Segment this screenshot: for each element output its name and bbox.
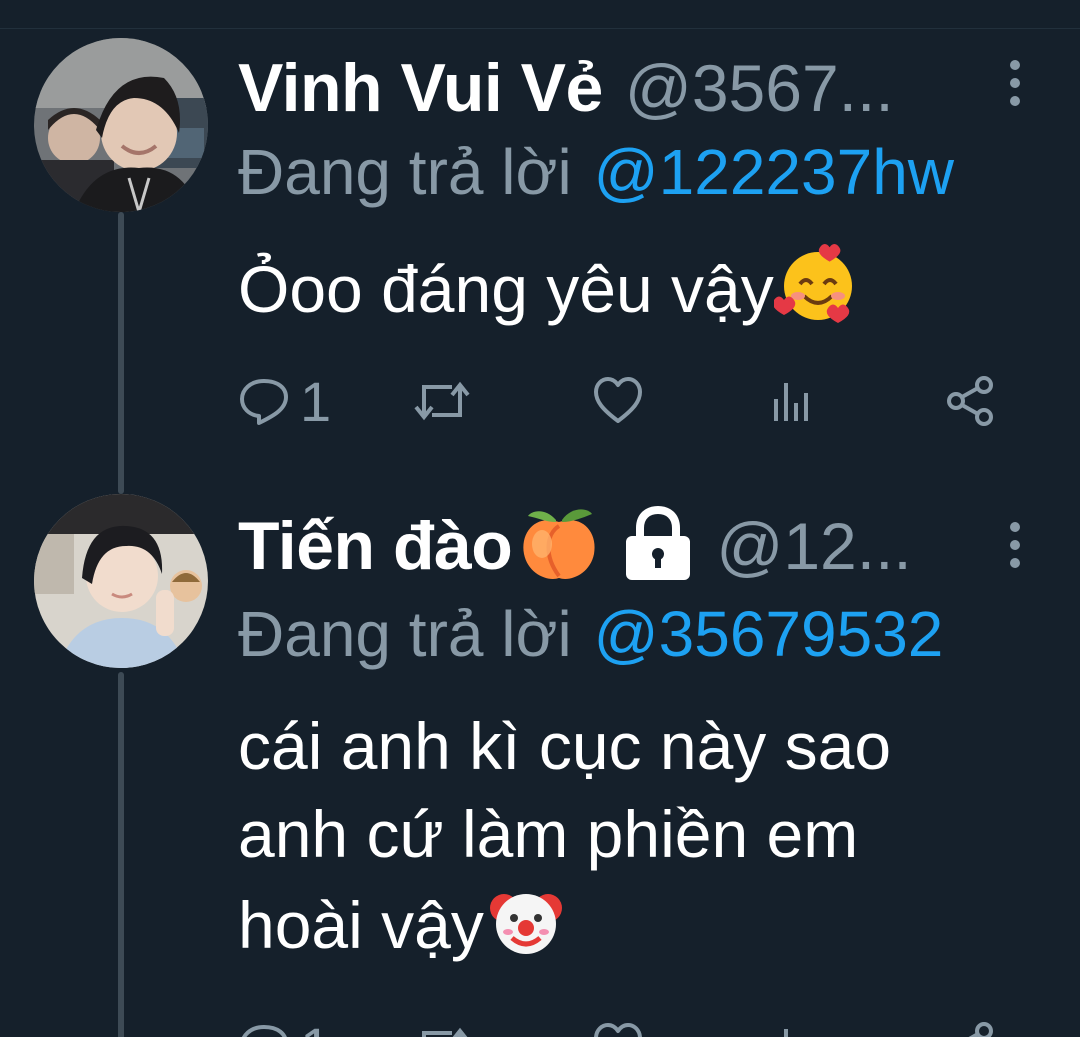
retweet-button[interactable] bbox=[412, 366, 472, 436]
reply-count: 1 bbox=[300, 369, 332, 433]
tweet-thread-screen: Vinh Vui Vẻ @3567... Đang trả lời @12223… bbox=[0, 0, 1080, 1037]
replying-to-handle-link[interactable]: @122237hw bbox=[594, 135, 954, 209]
share-button[interactable] bbox=[944, 1012, 996, 1037]
reply-icon bbox=[240, 379, 288, 425]
tweet-text-line: Ỏoo đáng yêu vậy bbox=[238, 251, 774, 326]
replying-to-label: Đang trả lời bbox=[238, 598, 572, 670]
more-icon[interactable] bbox=[1008, 520, 1022, 570]
display-name[interactable]: Vinh Vui Vẻ bbox=[238, 49, 603, 127]
reply-count: 1 bbox=[300, 1015, 331, 1037]
analytics-icon bbox=[784, 1029, 788, 1037]
avatar[interactable] bbox=[34, 38, 208, 212]
retweet-icon bbox=[414, 381, 470, 421]
reply-icon bbox=[241, 1025, 287, 1037]
tweet-header: Tiến đào @12... bbox=[238, 504, 1040, 589]
reply-button[interactable]: 1 bbox=[238, 366, 331, 436]
clown-face-icon bbox=[484, 878, 568, 983]
like-icon bbox=[594, 377, 642, 423]
tweet-text-line: cái anh kì cục này sao bbox=[238, 709, 892, 783]
more-icon[interactable] bbox=[1008, 58, 1022, 108]
tweet-text-line: anh cứ làm phiền em bbox=[238, 797, 859, 871]
analytics-icon bbox=[774, 383, 808, 421]
tweet-text-line: hoài vậy bbox=[238, 887, 484, 962]
replying-to-label: Đang trả lời bbox=[238, 136, 572, 208]
user-handle[interactable]: @3567... bbox=[625, 50, 894, 126]
peach-icon bbox=[516, 504, 602, 589]
share-button[interactable] bbox=[944, 366, 996, 436]
like-icon bbox=[594, 1023, 642, 1037]
analytics-button[interactable] bbox=[770, 1012, 814, 1037]
display-name[interactable]: Tiến đào bbox=[238, 507, 513, 585]
tweet-header: Vinh Vui Vẻ @3567... bbox=[238, 48, 1040, 128]
tweet-text: Ỏoo đáng yêu vậy bbox=[238, 240, 1018, 349]
tweet-text: cái anh kì cục này sao anh cứ làm phiền … bbox=[238, 702, 1018, 983]
analytics-button[interactable] bbox=[770, 366, 814, 436]
tweet-item[interactable]: Vinh Vui Vẻ @3567... Đang trả lời @12223… bbox=[0, 0, 1080, 490]
replying-to: Đang trả lời @35679532 bbox=[238, 594, 943, 674]
avatar[interactable] bbox=[34, 494, 208, 668]
replying-to-handle-link[interactable]: @35679532 bbox=[594, 597, 944, 671]
share-icon bbox=[947, 376, 993, 426]
retweet-icon bbox=[422, 1027, 468, 1037]
retweet-button[interactable] bbox=[412, 1012, 472, 1037]
tweet-actions: 1 bbox=[238, 366, 1018, 436]
like-button[interactable] bbox=[592, 1012, 644, 1037]
share-icon bbox=[968, 1022, 993, 1037]
reply-button[interactable]: 1 bbox=[238, 1012, 331, 1037]
like-button[interactable] bbox=[592, 366, 644, 436]
smiling-face-with-hearts-icon bbox=[772, 240, 862, 349]
user-handle[interactable]: @12... bbox=[716, 508, 911, 584]
tweet-actions: 1 bbox=[238, 1012, 1018, 1037]
tweet-item[interactable]: Tiến đào @12... Đang trả lời @35679532 c… bbox=[0, 490, 1080, 1037]
replying-to: Đang trả lời @122237hw bbox=[238, 132, 954, 212]
lock-icon bbox=[622, 505, 694, 587]
